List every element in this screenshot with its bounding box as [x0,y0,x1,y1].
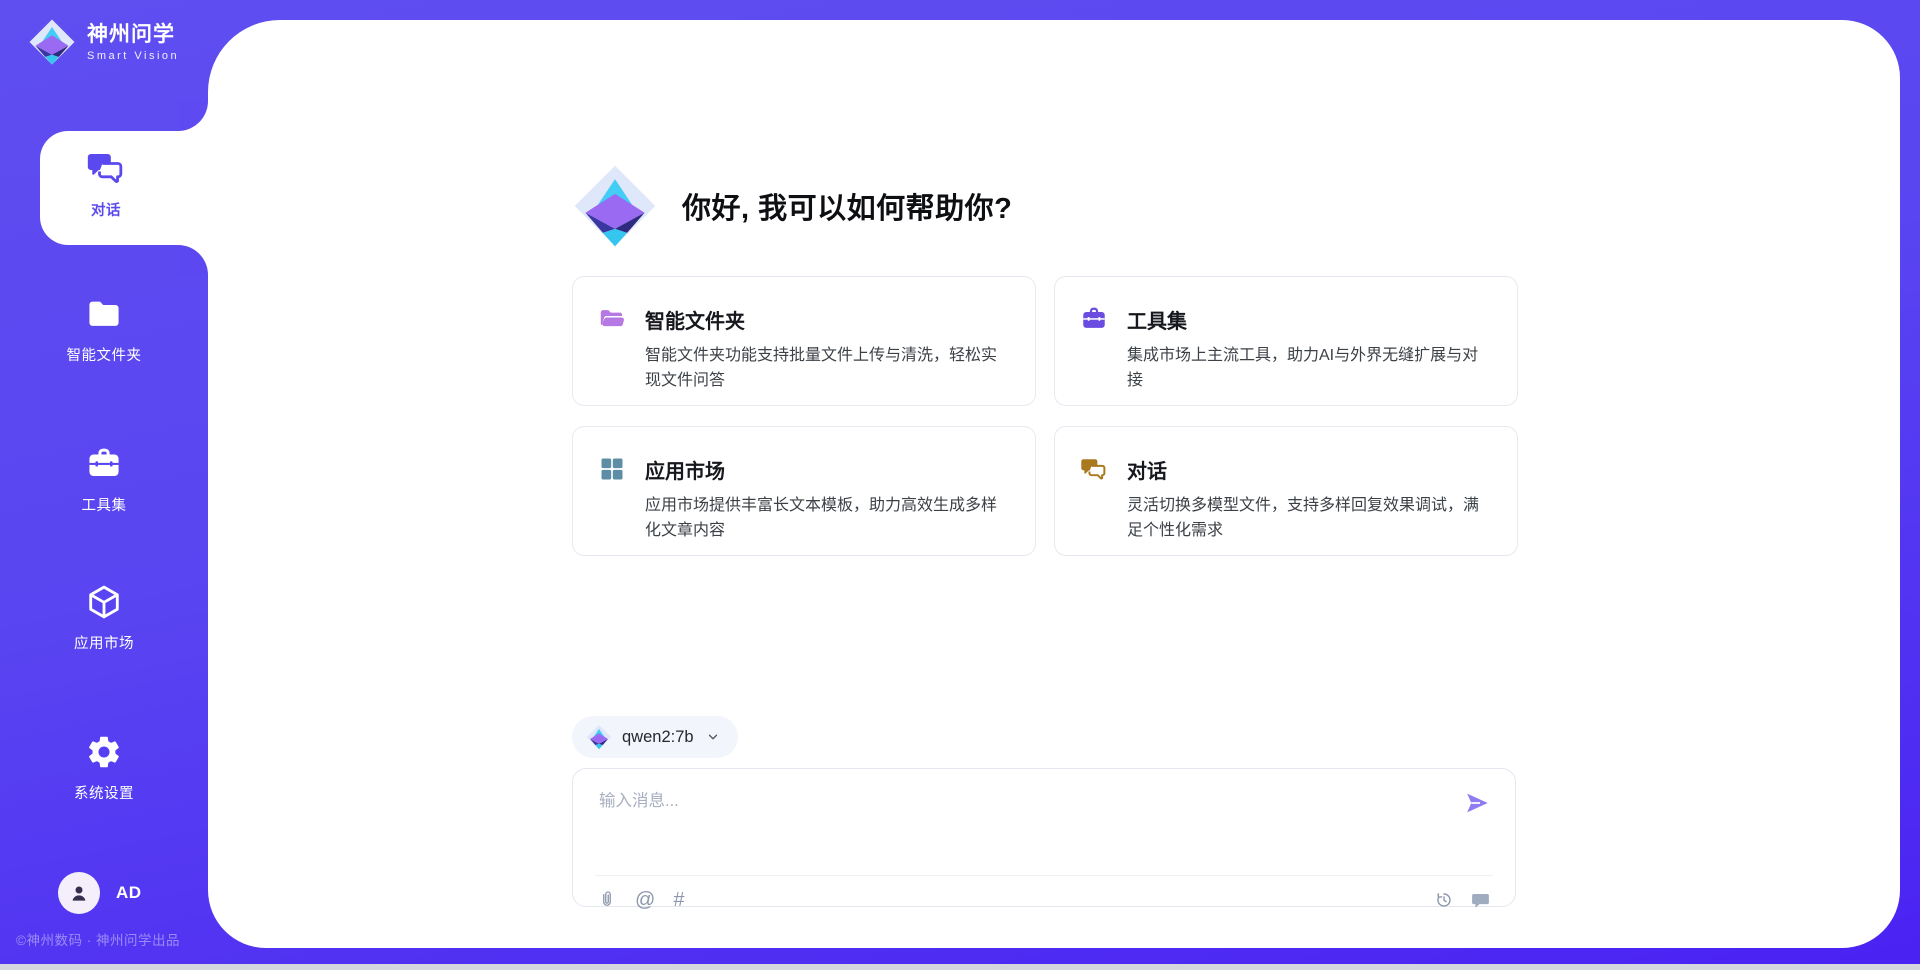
hash-icon[interactable]: # [673,890,684,910]
feature-card-smart-folder[interactable]: 智能文件夹 智能文件夹功能支持批量文件上传与清洗，轻松实现文件问答 [572,276,1036,406]
feature-card-toolset[interactable]: 工具集 集成市场上主流工具，助力AI与外界无缝扩展与对接 [1054,276,1518,406]
model-selector[interactable]: qwen2:7b [572,716,738,758]
tab-fillet-top [178,101,208,131]
paperclip-icon[interactable] [597,890,617,910]
sidebar-item-smart-folder[interactable]: 智能文件夹 [0,295,208,365]
card-title: 应用市场 [645,455,1005,484]
model-name: qwen2:7b [622,728,694,747]
gear-icon [85,733,123,771]
sidebar-item-label: 系统设置 [74,782,134,803]
chat-bubbles-icon [86,148,126,188]
window-bottom-edge [0,964,1920,970]
user-name: AD [116,883,142,903]
chevron-down-icon [706,730,720,744]
card-text: 智能文件夹 智能文件夹功能支持批量文件上传与清洗，轻松实现文件问答 [645,303,1005,405]
sidebar-item-label: 对话 [91,199,121,220]
tab-fillet-bottom [178,245,208,275]
card-text: 应用市场 应用市场提供丰富长文本模板，助力高效生成多样化文章内容 [645,453,1005,555]
composer-toolbar-right [1434,890,1491,911]
sidebar-item-label: 工具集 [82,494,127,515]
folder-open-icon [598,305,626,333]
history-icon[interactable] [1434,890,1454,910]
app-window: 神州问学 Smart Vision 对话 智能文件夹 工具集 应用市场 系统设置… [0,0,1920,970]
brand-title: 神州问学 [87,23,179,47]
grid-icon [598,455,626,483]
briefcase-icon [1080,305,1108,333]
feature-card-app-market[interactable]: 应用市场 应用市场提供丰富长文本模板，助力高效生成多样化文章内容 [572,426,1036,556]
composer-toolbar: @ # [597,881,1491,919]
brand-diamond-icon [572,163,658,249]
card-description: 集成市场上主流工具，助力AI与外界无缝扩展与对接 [1127,343,1487,393]
card-text: 工具集 集成市场上主流工具，助力AI与外界无缝扩展与对接 [1127,303,1487,405]
sidebar-item-app-market[interactable]: 应用市场 [0,583,208,653]
sidebar-item-system-settings[interactable]: 系统设置 [0,733,208,803]
brand-diamond-icon [28,18,76,66]
sidebar-item-label: 智能文件夹 [67,344,142,365]
card-title: 智能文件夹 [645,305,1005,334]
user-profile[interactable]: AD [58,872,142,914]
brand-diamond-icon [586,724,612,750]
message-input[interactable] [599,787,1439,849]
card-description: 灵活切换多模型文件，支持多样回复效果调试，满足个性化需求 [1127,493,1487,543]
sidebar-item-toolset[interactable]: 工具集 [0,445,208,515]
cube-icon [85,583,123,621]
feature-card-chat[interactable]: 对话 灵活切换多模型文件，支持多样回复效果调试，满足个性化需求 [1054,426,1518,556]
at-icon[interactable]: @ [635,890,655,910]
card-title: 工具集 [1127,305,1487,334]
send-button[interactable] [1463,789,1491,817]
card-title: 对话 [1127,455,1487,484]
folder-icon [85,295,123,333]
composer-divider [595,875,1493,876]
toolbox-icon [85,445,123,483]
card-text: 对话 灵活切换多模型文件，支持多样回复效果调试，满足个性化需求 [1127,453,1487,555]
greeting-block: 你好, 我可以如何帮助你? [572,162,1012,250]
brand-text: 神州问学 Smart Vision [87,23,179,62]
send-icon [1463,789,1491,817]
person-icon [67,881,91,905]
chat-bubble-filled-icon[interactable] [1470,890,1491,911]
avatar [58,872,100,914]
sidebar-item-label: 应用市场 [74,632,134,653]
copyright-footer: ©神州数码 · 神州问学出品 [16,929,180,949]
brand-logo-block: 神州问学 Smart Vision [28,18,179,66]
brand-subtitle: Smart Vision [87,50,179,62]
sidebar-item-chat[interactable]: 对话 [40,148,172,220]
message-composer: @ # [572,768,1516,907]
card-description: 智能文件夹功能支持批量文件上传与清洗，轻松实现文件问答 [645,343,1005,393]
greeting-title: 你好, 我可以如何帮助你? [682,185,1012,227]
chat-bubbles-icon [1080,455,1108,483]
card-description: 应用市场提供丰富长文本模板，助力高效生成多样化文章内容 [645,493,1005,543]
main-content-panel: 你好, 我可以如何帮助你? 智能文件夹 智能文件夹功能支持批量文件上传与清洗，轻… [208,20,1900,948]
